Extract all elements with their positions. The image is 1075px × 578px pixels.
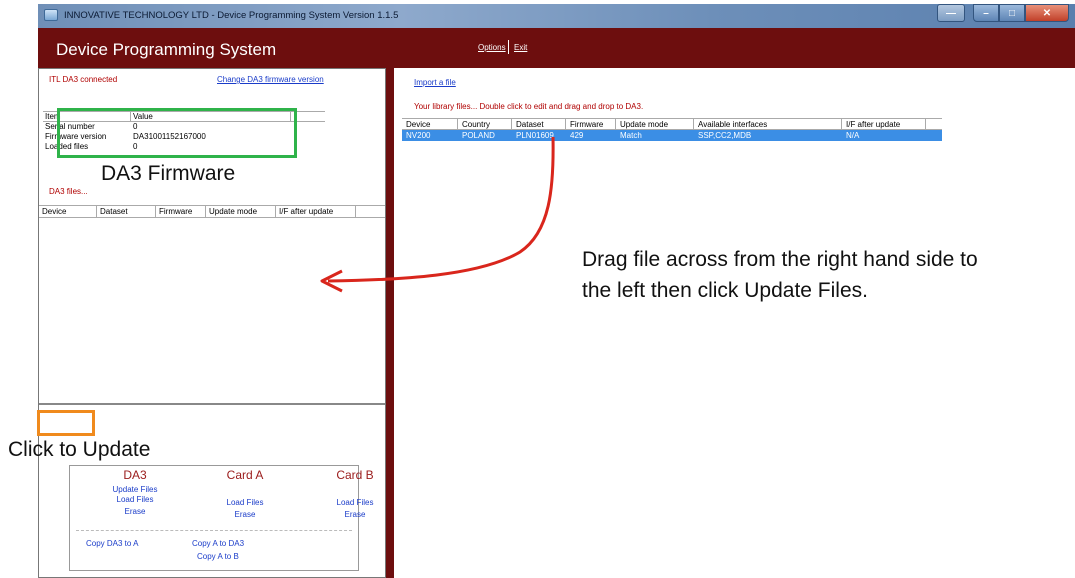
column-header-if-after-update[interactable]: I/F after update bbox=[276, 206, 356, 217]
da3-panel: ITL DA3 connected Change DA3 firmware ve… bbox=[38, 68, 386, 578]
click-to-update-annotation: Click to Update bbox=[8, 438, 151, 461]
card-actions-box: DA3 Update Files Load Files Erase Card A… bbox=[69, 465, 374, 571]
table-row[interactable]: NV200 POLAND PLN01609 429 Match SSP,CC2,… bbox=[402, 130, 942, 141]
copy-da3-to-a-button[interactable]: Copy DA3 to A bbox=[86, 539, 138, 548]
column-header-device[interactable]: Device bbox=[39, 206, 97, 217]
window-controls: — – □ ✕ bbox=[937, 4, 1069, 24]
column-header-if-after-update[interactable]: I/F after update bbox=[842, 119, 926, 129]
options-link[interactable]: Options bbox=[478, 43, 506, 52]
files-table-header: Device Dataset Firmware Update mode I/F … bbox=[39, 205, 385, 218]
close-icon: ✕ bbox=[1042, 7, 1052, 19]
da3-files-table[interactable]: Device Dataset Firmware Update mode I/F … bbox=[39, 205, 385, 218]
cell-firmware: 429 bbox=[570, 131, 584, 140]
app-icon bbox=[44, 9, 58, 21]
cell-if-after-update: N/A bbox=[846, 131, 860, 140]
panel-divider bbox=[39, 403, 385, 405]
header-separator bbox=[508, 40, 509, 54]
cell-update-mode: Match bbox=[620, 131, 642, 140]
card-divider bbox=[76, 530, 352, 531]
close-button[interactable]: ✕ bbox=[1025, 4, 1069, 22]
card-a-title: Card A bbox=[226, 468, 264, 482]
maximize-button[interactable]: □ bbox=[999, 4, 1025, 22]
restore-icon: □ bbox=[1008, 7, 1016, 19]
column-header-update-mode[interactable]: Update mode bbox=[616, 119, 694, 129]
cell-dataset: PLN01609 bbox=[516, 131, 554, 140]
minimize-icon: — bbox=[946, 7, 956, 19]
minimize-button[interactable]: – bbox=[973, 4, 999, 22]
card-a-erase-button[interactable]: Erase bbox=[210, 510, 280, 519]
card-a-load-files-button[interactable]: Load Files bbox=[210, 498, 280, 507]
update-files-highlight-box bbox=[37, 410, 95, 436]
drag-instruction-annotation: Drag file across from the right hand sid… bbox=[582, 248, 978, 302]
card-b-column: Card B Load Files Erase bbox=[320, 468, 390, 519]
da3-erase-button[interactable]: Erase bbox=[100, 507, 170, 516]
import-file-link[interactable]: Import a file bbox=[414, 78, 456, 87]
app-minimize-button[interactable]: — bbox=[937, 4, 965, 22]
card-a-column: Card A Load Files Erase bbox=[210, 468, 280, 519]
app-title: Device Programming System bbox=[56, 40, 277, 59]
column-header-update-mode[interactable]: Update mode bbox=[206, 206, 276, 217]
column-header-dataset[interactable]: Dataset bbox=[512, 119, 566, 129]
exit-link[interactable]: Exit bbox=[514, 43, 527, 52]
column-header-country[interactable]: Country bbox=[458, 119, 512, 129]
pane-splitter[interactable] bbox=[386, 68, 394, 578]
library-table-header: Device Country Dataset Firmware Update m… bbox=[402, 118, 942, 130]
minimize-icon: – bbox=[983, 7, 989, 19]
cell-country: POLAND bbox=[462, 131, 495, 140]
card-b-load-files-button[interactable]: Load Files bbox=[320, 498, 390, 507]
card-b-title: Card B bbox=[336, 468, 374, 482]
firmware-highlight-box bbox=[57, 108, 297, 158]
change-firmware-link[interactable]: Change DA3 firmware version bbox=[217, 75, 324, 84]
column-header-dataset[interactable]: Dataset bbox=[97, 206, 156, 217]
column-header-firmware[interactable]: Firmware bbox=[156, 206, 206, 217]
da3-card-title: DA3 bbox=[123, 468, 147, 482]
library-panel: Import a file Your library files... Doub… bbox=[394, 68, 1075, 578]
da3-card-column: DA3 Update Files Load Files Erase bbox=[100, 468, 170, 516]
da3-files-label: DA3 files... bbox=[49, 187, 88, 196]
app-window: INNOVATIVE TECHNOLOGY LTD - Device Progr… bbox=[38, 4, 1075, 578]
da3-load-files-button[interactable]: Load Files bbox=[100, 495, 170, 504]
firmware-annotation: DA3 Firmware bbox=[101, 162, 236, 185]
cell-device: NV200 bbox=[406, 131, 431, 140]
column-header-interfaces[interactable]: Available interfaces bbox=[694, 119, 842, 129]
copy-a-to-da3-button[interactable]: Copy A to DA3 bbox=[192, 539, 244, 548]
update-files-button[interactable]: Update Files bbox=[100, 485, 170, 494]
copy-a-to-b-button[interactable]: Copy A to B bbox=[197, 552, 239, 561]
column-header-firmware[interactable]: Firmware bbox=[566, 119, 616, 129]
library-instructions: Your library files... Double click to ed… bbox=[414, 102, 644, 111]
window-title: INNOVATIVE TECHNOLOGY LTD - Device Progr… bbox=[64, 10, 399, 21]
cell-interfaces: SSP,CC2,MDB bbox=[698, 131, 752, 140]
library-table[interactable]: Device Country Dataset Firmware Update m… bbox=[402, 118, 942, 141]
app-header: Device Programming System Options Exit bbox=[38, 28, 1075, 68]
column-header-device[interactable]: Device bbox=[402, 119, 458, 129]
title-bar[interactable]: INNOVATIVE TECHNOLOGY LTD - Device Progr… bbox=[38, 4, 1075, 28]
connection-status: ITL DA3 connected bbox=[49, 75, 118, 84]
card-b-erase-button[interactable]: Erase bbox=[320, 510, 390, 519]
